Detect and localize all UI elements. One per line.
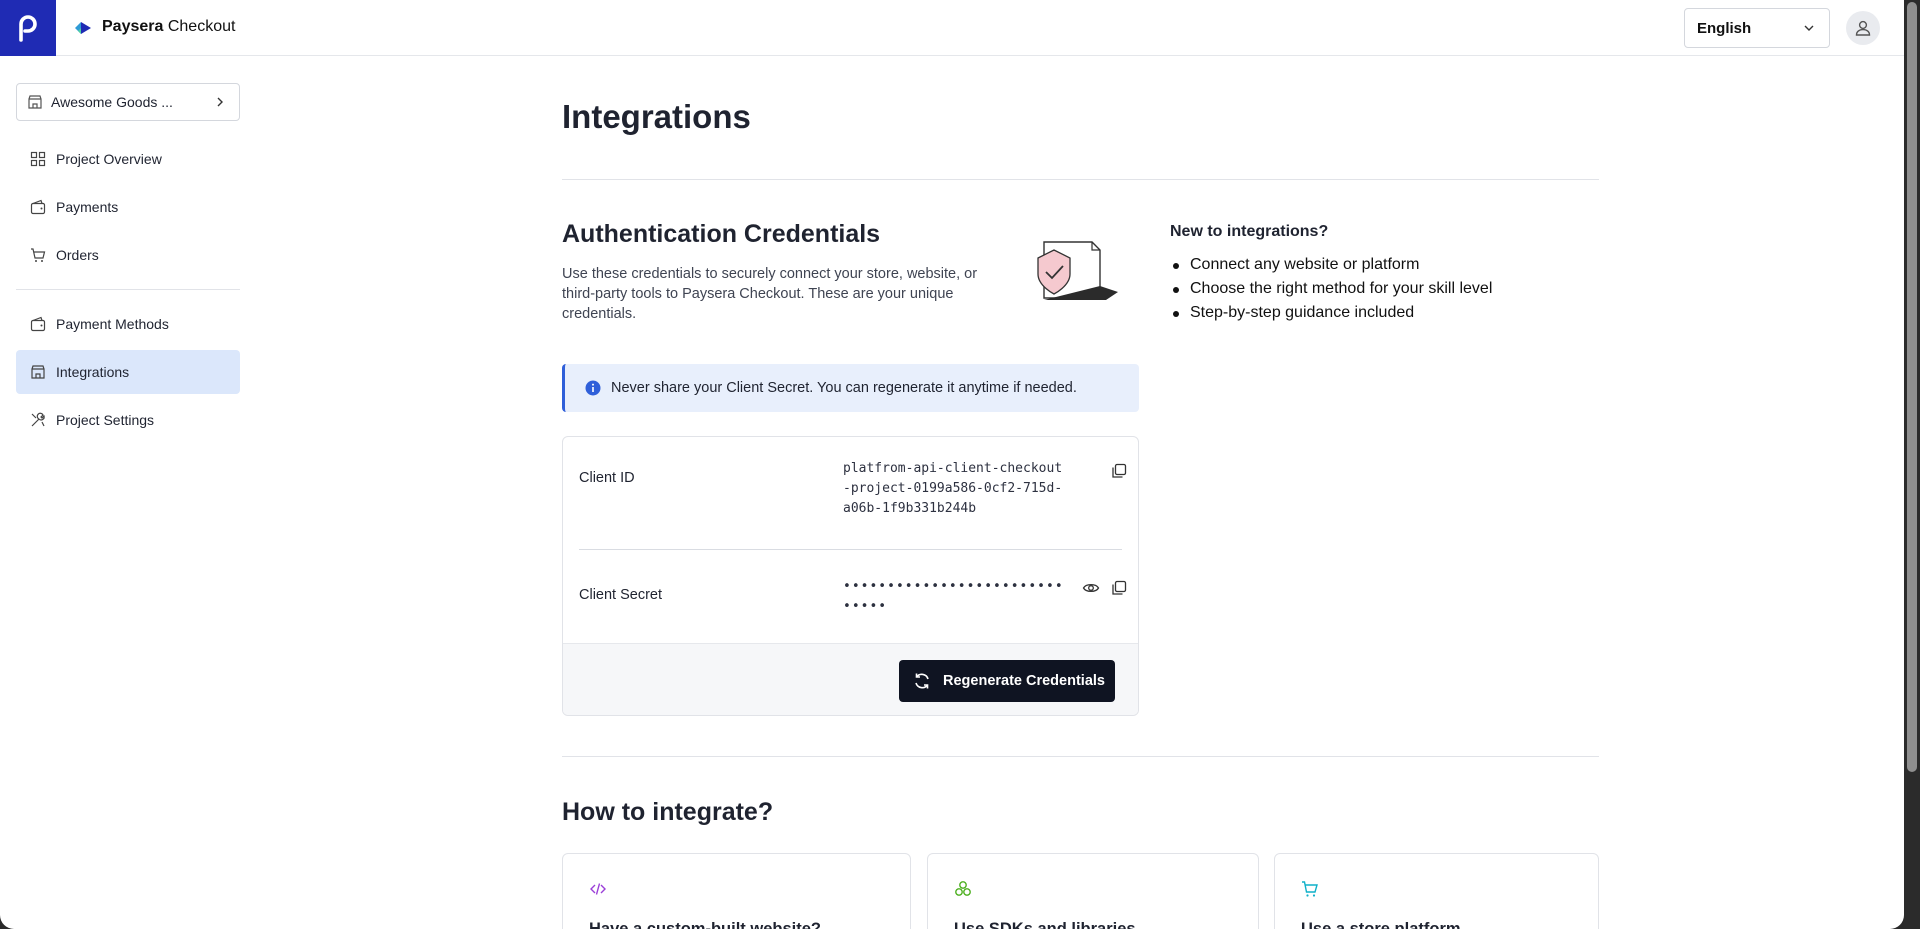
auth-credentials-description: Use these credentials to securely connec… xyxy=(562,266,978,322)
sidebar-item-payments[interactable]: Payments xyxy=(16,185,240,229)
integration-option-sdk[interactable]: Use SDKs and libraries xyxy=(927,853,1259,929)
client-id-label: Client ID xyxy=(579,470,635,486)
paysera-p-icon xyxy=(19,15,37,42)
project-name: Awesome Goods ... xyxy=(51,94,173,110)
top-bar: Paysera Checkout English xyxy=(0,0,1904,56)
help-list-item: Connect any website or platform xyxy=(1170,253,1492,277)
sidebar-item-label: Payments xyxy=(56,199,119,215)
security-document-illustration xyxy=(1037,241,1118,300)
language-select[interactable]: English xyxy=(1684,8,1830,48)
option-title: Use a store platform xyxy=(1301,920,1461,929)
option-title: Use SDKs and libraries xyxy=(954,920,1136,929)
integration-option-store-platform[interactable]: Use a store platform xyxy=(1274,853,1599,929)
integration-option-custom[interactable]: Have a custom-built website? xyxy=(562,853,911,929)
store-icon xyxy=(28,95,42,109)
help-list-item: Step-by-step guidance included xyxy=(1170,301,1492,325)
grid-icon xyxy=(30,151,46,167)
notice-text: Never share your Client Secret. You can … xyxy=(611,380,1077,396)
client-secret-value[interactable]: •••••••••••••••••••••••••••••• xyxy=(843,577,1065,617)
client-id-value[interactable]: platfrom-api-client-checkout-project-019… xyxy=(843,459,1065,519)
sidebar-item-orders[interactable]: Orders xyxy=(16,233,240,277)
chevron-right-icon xyxy=(217,97,223,107)
paysera-logo[interactable] xyxy=(0,0,56,56)
sidebar-item-project-settings[interactable]: Project Settings xyxy=(16,398,240,442)
code-icon xyxy=(590,883,606,895)
how-to-integrate-title: How to integrate? xyxy=(562,798,774,826)
chevron-down-icon xyxy=(1804,25,1814,31)
regenerate-label: Regenerate Credentials xyxy=(943,673,1105,689)
option-title: Have a custom-built website? xyxy=(589,920,821,929)
help-list-item: Choose the right method for your skill l… xyxy=(1170,277,1492,301)
packages-icon xyxy=(955,881,971,896)
user-icon xyxy=(1855,20,1871,36)
sidebar-item-integrations[interactable]: Integrations xyxy=(16,350,240,394)
sidebar-item-label: Payment Methods xyxy=(56,316,169,332)
help-list: Connect any website or platform Choose t… xyxy=(1170,253,1492,325)
sidebar-item-label: Project Overview xyxy=(56,151,162,167)
scrollbar-thumb[interactable] xyxy=(1907,2,1917,772)
section-divider xyxy=(562,756,1599,757)
wallet-icon xyxy=(30,316,46,332)
sidebar-item-project-overview[interactable]: Project Overview xyxy=(16,137,240,181)
refresh-icon xyxy=(915,673,929,689)
auth-credentials-title: Authentication Credentials xyxy=(562,220,881,248)
credentials-card-footer: Regenerate Credentials xyxy=(563,643,1138,715)
sidebar-item-payment-methods[interactable]: Payment Methods xyxy=(16,302,240,346)
info-icon xyxy=(585,380,601,396)
cart-icon xyxy=(1302,881,1318,897)
help-title: New to integrations? xyxy=(1170,223,1329,240)
tools-icon xyxy=(31,412,45,427)
checkout-logo-icon xyxy=(75,22,91,34)
language-value: English xyxy=(1697,19,1752,37)
page-title: Integrations xyxy=(562,98,751,135)
copy-icon[interactable] xyxy=(1110,462,1128,480)
security-notice: Never share your Client Secret. You can … xyxy=(562,364,1139,412)
sidebar-divider xyxy=(16,289,240,290)
eye-icon[interactable] xyxy=(1082,579,1100,597)
store-icon xyxy=(31,365,45,379)
app-name: Paysera Checkout xyxy=(102,18,236,35)
credentials-card: Client ID platfrom-api-client-checkout-p… xyxy=(562,436,1139,716)
browser-window: Paysera Checkout English Awesome Goods .… xyxy=(0,0,1904,929)
cart-icon xyxy=(31,248,46,262)
credentials-divider xyxy=(579,549,1122,550)
regenerate-credentials-button[interactable]: Regenerate Credentials xyxy=(899,660,1115,702)
project-selector[interactable]: Awesome Goods ... xyxy=(16,83,240,121)
copy-icon[interactable] xyxy=(1110,579,1128,597)
sidebar-item-label: Integrations xyxy=(56,364,130,380)
wallet-icon xyxy=(30,199,46,215)
client-secret-label: Client Secret xyxy=(579,587,663,603)
user-menu-button[interactable] xyxy=(1846,11,1880,45)
section-divider xyxy=(562,179,1599,180)
sidebar-item-label: Orders xyxy=(56,247,99,263)
sidebar-item-label: Project Settings xyxy=(56,412,155,428)
